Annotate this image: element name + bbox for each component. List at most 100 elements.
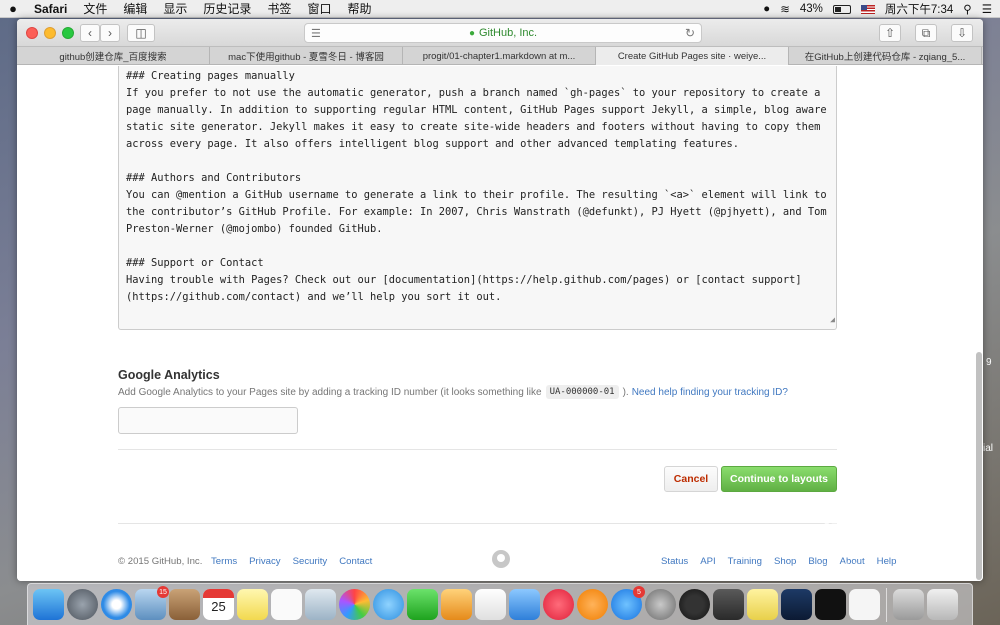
footer-link-status[interactable]: Status [661,556,688,567]
footer-link-terms[interactable]: Terms [211,556,237,567]
sublime-text-icon[interactable] [713,589,744,620]
zoom-window-button[interactable] [62,27,74,39]
textarea-line: static site generator. Jekyll makes it e… [126,121,821,133]
tracking-id-example: UA-000000-01 [545,385,619,399]
calendar-day: 25 [211,599,226,614]
textarea-line [126,238,829,255]
apple-icon[interactable]: ● [0,1,26,16]
ibooks-icon[interactable] [577,589,608,620]
baidu-jingyan-watermark: Bai经验 jingyan.baidu.com [765,512,985,602]
resize-handle-icon[interactable]: ◢ [830,311,835,328]
messages-icon[interactable] [373,589,404,620]
menu-view[interactable]: 显示 [155,0,195,17]
address-text: GitHub, Inc. [478,27,538,39]
downloads-button[interactable]: ⇩ [951,24,973,42]
qq-status-icon[interactable]: ● [763,3,770,15]
chevron-left-icon: ‹ [88,26,92,40]
spotlight-icon[interactable]: ⚲ [963,2,971,16]
safari-compass-icon[interactable] [101,589,132,620]
forward-button[interactable]: › [100,24,120,42]
textarea-line: You can @mention a GitHub username to ge… [126,189,827,201]
form-divider [118,449,837,450]
menu-edit[interactable]: 编辑 [115,0,155,17]
launchpad-icon[interactable] [67,589,98,620]
battery-icon[interactable] [832,4,851,14]
page-content: ### Creating pages manually If you prefe… [17,66,983,581]
back-button[interactable]: ‹ [80,24,100,42]
address-bar[interactable]: ☰ ● GitHub, Inc. ↻ [304,23,702,43]
github-octocat-icon[interactable] [492,550,510,568]
safari-window: ‹ › ◫ ☰ ● GitHub, Inc. ↻ ⇧ ⧉ ⇩ github创建仓… [17,19,983,581]
textarea-line [126,153,829,170]
app-store-icon[interactable]: 5 [611,586,645,620]
tab-label: mac下使用github - 夏雪冬日 - 博客园 [228,52,384,63]
browser-toolbar: ‹ › ◫ ☰ ● GitHub, Inc. ↻ ⇧ ⧉ ⇩ [17,19,983,47]
status-area: ● ≋ 43% 周六下午7:34 ⚲ ☰ [763,0,992,18]
footer-link-training[interactable]: Training [728,556,762,567]
lock-icon: ● [468,27,475,39]
copyright: © 2015 GitHub, Inc. [118,556,203,567]
cancel-button[interactable]: Cancel [664,466,718,492]
keynote-icon[interactable] [509,589,540,620]
tab-progit[interactable]: progit/01-chapter1.markdown at m... [403,47,596,65]
textarea-line: page manually. In addition to supporting… [126,104,827,116]
finder-icon[interactable] [33,589,64,620]
clock[interactable]: 周六下午7:34 [885,1,953,17]
tab-baidu-search[interactable]: github创建仓库_百度搜索 [17,47,210,65]
reload-icon[interactable]: ↻ [685,26,695,40]
notes-icon[interactable] [237,589,268,620]
footer-link-security[interactable]: Security [293,556,328,567]
footer-link-contact[interactable]: Contact [339,556,372,567]
tab-github-repo-guide[interactable]: 在GitHub上创建代码仓库 - zqiang_5... [789,47,982,65]
menu-window[interactable]: 窗口 [299,0,339,17]
photos-bird-icon[interactable]: 15 [135,586,169,620]
tab-bar: github创建仓库_百度搜索 mac下使用github - 夏雪冬日 - 博客… [17,47,983,65]
battery-percent[interactable]: 43% [800,3,823,15]
tracking-id-input[interactable] [118,407,298,434]
tab-label: 在GitHub上创建代码仓库 - zqiang_5... [804,52,966,63]
ga-desc-suffix: ). [622,386,629,398]
chevron-right-icon: › [108,26,112,40]
footer-link-privacy[interactable]: Privacy [249,556,280,567]
reader-list-icon[interactable]: ☰ [311,27,321,40]
qq-penguin-icon[interactable] [679,589,710,620]
tab-cnblogs[interactable]: mac下使用github - 夏雪冬日 - 博客园 [210,47,403,65]
reminders-icon[interactable] [271,589,302,620]
sidebar-toggle-button[interactable]: ◫ [127,24,155,42]
footer-link-api[interactable]: API [700,556,715,567]
textarea-line: ### Authors and Contributors [126,172,302,184]
page-body-textarea[interactable]: ### Creating pages manually If you prefe… [118,66,837,330]
facetime-icon[interactable] [407,589,438,620]
preview-icon[interactable] [305,589,336,620]
new-tab-button[interactable]: + [982,47,983,65]
menu-history[interactable]: 历史记录 [195,0,259,17]
textarea-line: ### Creating pages manually [126,70,295,82]
tab-overview-button[interactable]: ⧉ [915,24,937,42]
footer-links-left: Terms Privacy Security Contact [211,556,372,567]
close-window-button[interactable] [26,27,38,39]
system-preferences-gear-icon[interactable] [645,589,676,620]
tracking-id-help-link[interactable]: Need help finding your tracking ID? [632,387,788,398]
desktop-label-fragment: 9 [986,357,992,368]
menu-help[interactable]: 帮助 [339,0,379,17]
menu-file[interactable]: 文件 [75,0,115,17]
pages-icon[interactable] [441,589,472,620]
contacts-icon[interactable] [169,589,200,620]
input-source-flag-icon[interactable] [860,4,875,14]
notification-badge: 15 [157,586,169,598]
menu-safari[interactable]: Safari [26,2,75,16]
minimize-window-button[interactable] [44,27,56,39]
tab-create-pages[interactable]: Create GitHub Pages site · weiye... [596,47,789,65]
notification-center-icon[interactable]: ☰ [982,2,992,16]
textarea-line: across every page. It also offers intell… [126,138,740,150]
desktop-label-fragment: ial [983,443,994,454]
photos-icon[interactable] [339,589,370,620]
menu-bookmarks[interactable]: 书签 [259,0,299,17]
itunes-icon[interactable] [543,589,574,620]
textarea-line: Preston-Werner (@mojombo) founded GitHub… [126,223,383,235]
wifi-icon[interactable]: ≋ [780,2,790,16]
continue-to-layouts-button[interactable]: Continue to layouts [721,466,837,492]
numbers-chart-icon[interactable] [475,589,506,620]
share-button[interactable]: ⇧ [879,24,901,42]
calendar-icon[interactable]: 25 [203,589,234,620]
